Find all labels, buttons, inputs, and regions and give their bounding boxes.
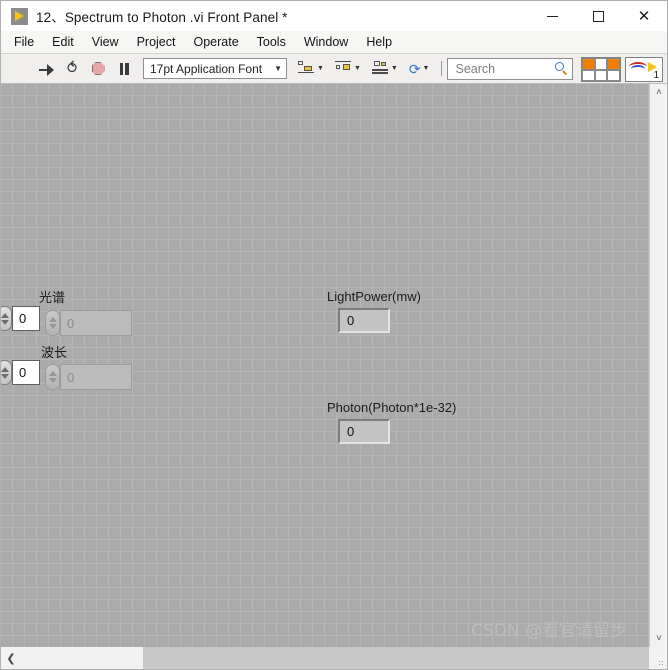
minimize-icon bbox=[546, 15, 558, 17]
photon-indicator: 0 bbox=[338, 419, 390, 444]
chevron-down-icon: ▼ bbox=[390, 65, 398, 72]
connector-cell[interactable] bbox=[582, 69, 595, 81]
light-power-indicator: 0 bbox=[338, 308, 390, 333]
decrement-icon[interactable] bbox=[48, 324, 57, 329]
scroll-up-icon[interactable]: ˄ bbox=[650, 84, 667, 101]
wavelength-control[interactable]: 0 bbox=[1, 360, 40, 385]
horizontal-scrollbar[interactable]: ❮ bbox=[1, 647, 649, 669]
wavelength-value[interactable]: 0 bbox=[12, 360, 40, 385]
abort-execution-icon bbox=[91, 62, 105, 75]
menu-item-tools[interactable]: Tools bbox=[248, 33, 295, 51]
search-input[interactable]: Search bbox=[447, 57, 574, 80]
pause-icon bbox=[119, 62, 129, 75]
wavelength-shadow-value[interactable]: 0 bbox=[60, 364, 132, 390]
labview-front-panel-window: 12、Spectrum to Photon .vi Front Panel * … bbox=[0, 0, 668, 670]
decrement-icon[interactable] bbox=[48, 378, 57, 383]
wavelength-shadow-spinner[interactable] bbox=[45, 364, 60, 390]
spectrum-shadow-spinner[interactable] bbox=[45, 310, 60, 336]
run-continuously-button[interactable]: ⥀ bbox=[59, 57, 85, 81]
vertical-scrollbar[interactable]: ˄ ˅ bbox=[649, 84, 667, 647]
chevron-down-icon: ▼ bbox=[317, 65, 324, 72]
chevron-down-icon: ▼ bbox=[274, 64, 282, 73]
menu-item-project[interactable]: Project bbox=[128, 33, 185, 51]
maximize-button[interactable] bbox=[575, 1, 621, 31]
pause-button[interactable] bbox=[111, 57, 137, 81]
vi-icon bbox=[11, 7, 28, 25]
spectrum-control[interactable]: 0 bbox=[1, 306, 40, 331]
horizontal-scroll-thumb[interactable] bbox=[21, 647, 143, 669]
spectrum-shadow-value[interactable]: 0 bbox=[60, 310, 132, 336]
spectrum-shadow-control[interactable]: 0 bbox=[45, 310, 132, 336]
menu-item-operate[interactable]: Operate bbox=[184, 33, 247, 51]
connector-cell[interactable] bbox=[607, 69, 620, 81]
resize-grip[interactable] bbox=[649, 647, 667, 669]
label-light-power: LightPower(mw) bbox=[327, 289, 421, 304]
chevron-down-icon: ▼ bbox=[422, 65, 430, 72]
run-arrow-icon bbox=[38, 61, 54, 76]
font-selector-value: 17pt Application Font bbox=[150, 61, 263, 76]
menu-item-help[interactable]: Help bbox=[357, 33, 401, 51]
decrement-icon[interactable] bbox=[1, 319, 9, 325]
maximize-icon bbox=[592, 10, 604, 22]
search-placeholder: Search bbox=[455, 61, 496, 76]
vi-icon-swirl-secondary bbox=[631, 65, 645, 73]
connector-cell[interactable] bbox=[594, 69, 608, 81]
increment-icon[interactable] bbox=[1, 312, 9, 318]
decrement-icon[interactable] bbox=[1, 373, 9, 379]
menu-bar: File Edit View Project Operate Tools Win… bbox=[1, 31, 667, 54]
align-objects-button[interactable]: ▼ bbox=[298, 58, 324, 80]
menu-item-file[interactable]: File bbox=[5, 33, 43, 51]
menu-item-view[interactable]: View bbox=[83, 33, 128, 51]
wavelength-shadow-control[interactable]: 0 bbox=[45, 364, 132, 390]
window-controls: ✕ bbox=[529, 1, 667, 31]
vi-icon-number: 1 bbox=[653, 70, 659, 81]
close-button[interactable]: ✕ bbox=[621, 1, 667, 31]
align-objects-icon bbox=[298, 61, 315, 76]
wavelength-spinner[interactable] bbox=[1, 360, 12, 385]
scroll-left-icon[interactable]: ❮ bbox=[1, 647, 21, 669]
toolbar-separator bbox=[441, 61, 443, 76]
magnifier-icon[interactable] bbox=[555, 62, 568, 76]
label-wavelength: 波长 bbox=[41, 345, 68, 360]
connector-cell[interactable] bbox=[582, 58, 595, 70]
increment-icon[interactable] bbox=[48, 371, 57, 376]
connector-pane[interactable] bbox=[581, 57, 621, 82]
watermark: CSDN @看官请留步 bbox=[471, 621, 627, 641]
connector-cell[interactable] bbox=[594, 58, 608, 70]
font-selector[interactable]: 17pt Application Font ▼ bbox=[143, 58, 287, 79]
reorder-objects-icon: ⟳ bbox=[408, 60, 421, 77]
menu-item-edit[interactable]: Edit bbox=[43, 33, 83, 51]
distribute-objects-button[interactable]: ▼ bbox=[334, 58, 361, 80]
title-bar: 12、Spectrum to Photon .vi Front Panel * … bbox=[1, 1, 667, 31]
connector-cell[interactable] bbox=[607, 58, 620, 70]
spectrum-spinner[interactable] bbox=[1, 306, 12, 331]
chevron-down-icon: ▼ bbox=[353, 65, 361, 72]
close-icon: ✕ bbox=[637, 6, 651, 25]
window-title: 12、Spectrum to Photon .vi Front Panel * bbox=[36, 10, 288, 25]
grip-dots-icon bbox=[658, 660, 664, 666]
increment-icon[interactable] bbox=[1, 366, 9, 372]
label-photon: Photon(Photon*1e-32) bbox=[327, 400, 457, 415]
abort-button[interactable] bbox=[85, 57, 111, 81]
run-button[interactable] bbox=[33, 57, 59, 81]
toolbar: ⥀ 17pt Application Font ▼ ▼ ▼ ▼ ⟳ ▼ Sear… bbox=[1, 54, 667, 84]
spectrum-value[interactable]: 0 bbox=[12, 306, 40, 331]
increment-icon[interactable] bbox=[48, 317, 57, 322]
minimize-button[interactable] bbox=[529, 1, 575, 31]
reorder-objects-button[interactable]: ⟳ ▼ bbox=[409, 58, 430, 80]
distribute-objects-icon bbox=[334, 61, 352, 76]
resize-objects-icon bbox=[371, 61, 389, 76]
vi-icon-pane[interactable]: 1 bbox=[625, 57, 663, 82]
label-spectrum: 光谱 bbox=[39, 290, 66, 305]
front-panel-canvas[interactable]: 光谱 0 0 波长 0 0 LightPower(mw) 0 Photon(Ph… bbox=[1, 84, 649, 647]
scroll-down-icon[interactable]: ˅ bbox=[650, 630, 667, 647]
run-continuously-icon: ⥀ bbox=[66, 60, 78, 77]
menu-item-window[interactable]: Window bbox=[295, 33, 357, 51]
resize-objects-button[interactable]: ▼ bbox=[371, 58, 398, 80]
